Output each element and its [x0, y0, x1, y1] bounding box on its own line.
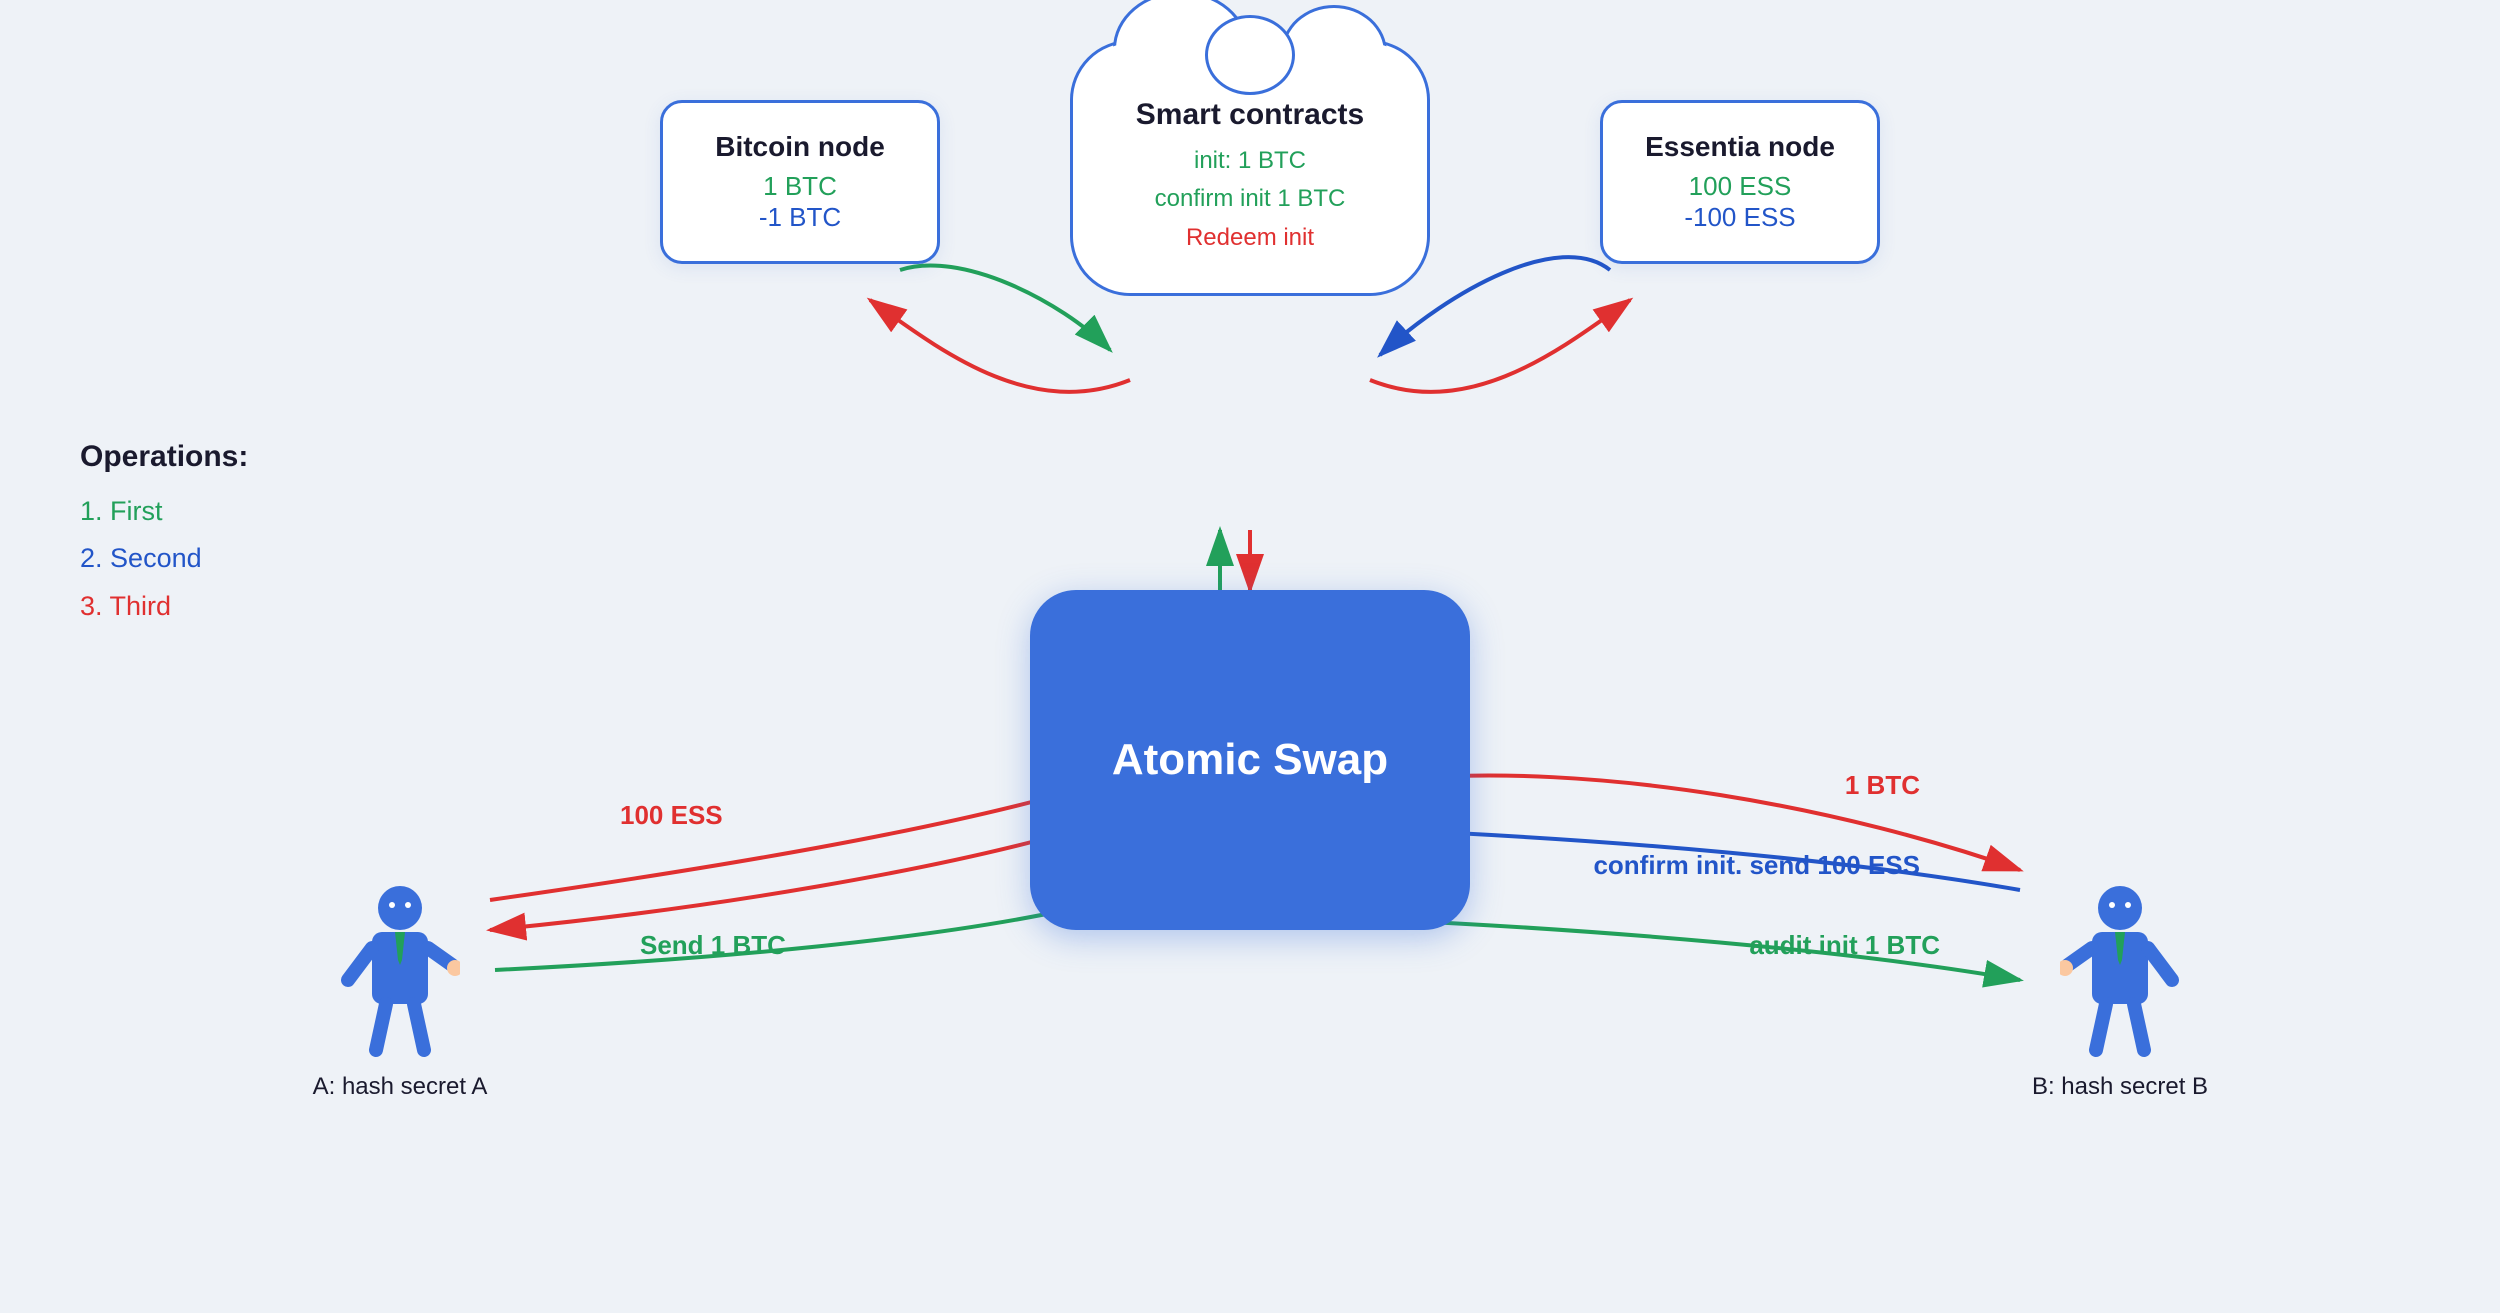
essentia-node-pos: 100 ESS: [1639, 171, 1841, 202]
cloud-content: Smart contracts init: 1 BTC confirm init…: [1105, 98, 1395, 257]
diagram-container: Bitcoin node 1 BTC -1 BTC Essentia node …: [0, 0, 2500, 1313]
ops-item-1-number: 1.: [80, 496, 103, 526]
person-b: B: hash secret B: [2030, 880, 2210, 1101]
person-b-label: B: hash secret B: [2030, 1073, 2210, 1101]
person-a-figure: [340, 880, 460, 1060]
person-a-label: A: hash secret A: [310, 1073, 490, 1101]
label-confirm-send: confirm init. send 100 ESS: [1593, 850, 1920, 881]
bitcoin-node-title: Bitcoin node: [699, 131, 901, 163]
ops-item-1: 1. First: [80, 488, 248, 535]
label-100-ess: 100 ESS: [620, 800, 723, 831]
cloud-bump: [1205, 15, 1295, 95]
ops-item-2-text: Second: [110, 543, 202, 573]
label-1-btc: 1 BTC: [1845, 770, 1920, 801]
essentia-node-neg: -100 ESS: [1639, 202, 1841, 233]
person-a: A: hash secret A: [310, 880, 490, 1101]
atomic-swap-box: Atomic Swap: [1030, 590, 1470, 930]
cloud-line3: Redeem init: [1105, 219, 1395, 257]
operations-box: Operations: 1. First 2. Second 3. Third: [80, 440, 248, 630]
cloud-line1: init: 1 BTC: [1105, 142, 1395, 180]
person-b-figure: [2060, 880, 2180, 1060]
cloud-title: Smart contracts: [1105, 98, 1395, 132]
ops-item-3-text: Third: [110, 591, 172, 621]
essentia-node: Essentia node 100 ESS -100 ESS: [1600, 100, 1880, 264]
label-send-btc: Send 1 BTC: [640, 930, 786, 961]
cloud-shape: Smart contracts init: 1 BTC confirm init…: [1070, 40, 1430, 296]
atomic-swap-label: Atomic Swap: [1112, 734, 1388, 787]
ops-item-3-number: 3.: [80, 591, 103, 621]
bitcoin-node-pos: 1 BTC: [699, 171, 901, 202]
ops-item-2: 2. Second: [80, 535, 248, 582]
operations-title: Operations:: [80, 440, 248, 474]
ops-item-3: 3. Third: [80, 583, 248, 630]
ops-item-2-number: 2.: [80, 543, 103, 573]
essentia-node-title: Essentia node: [1639, 131, 1841, 163]
cloud-line2: confirm init 1 BTC: [1105, 180, 1395, 218]
label-audit-init: audit init 1 BTC: [1749, 930, 1940, 961]
bitcoin-node-neg: -1 BTC: [699, 202, 901, 233]
bitcoin-node: Bitcoin node 1 BTC -1 BTC: [660, 100, 940, 264]
ops-item-1-text: First: [110, 496, 162, 526]
smart-contracts-cloud: Smart contracts init: 1 BTC confirm init…: [1060, 40, 1440, 296]
